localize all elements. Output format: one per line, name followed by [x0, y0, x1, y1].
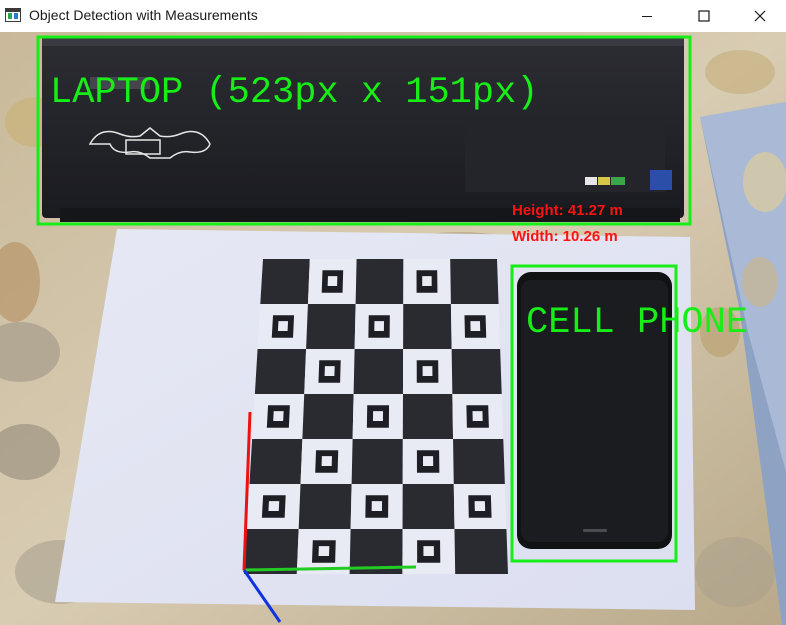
- checker-square: [355, 259, 404, 304]
- laptop-detection-label: LAPTOP (523px x 151px): [50, 72, 539, 114]
- width-measurement: Width: 10.26 m: [512, 228, 618, 245]
- aruco-marker-bit: [324, 366, 335, 376]
- checker-square: [454, 529, 508, 574]
- aruco-marker-bit: [277, 321, 289, 331]
- maximize-button[interactable]: [675, 0, 733, 32]
- checker-square: [451, 349, 502, 394]
- checker-square: [351, 439, 403, 484]
- aruco-marker-bit: [273, 411, 284, 421]
- aruco-marker-bit: [422, 366, 433, 376]
- aruco-marker-bit: [268, 501, 280, 511]
- camera-frame: LAPTOP (523px x 151px) CELL PHONE: [0, 32, 786, 625]
- aruco-marker-bit: [374, 321, 385, 331]
- aruco-marker-bit: [474, 501, 486, 511]
- checker-square: [254, 349, 307, 394]
- close-button[interactable]: [733, 0, 786, 32]
- checker-square: [402, 484, 455, 529]
- checker-square: [353, 349, 404, 394]
- aruco-marker-bit: [371, 501, 383, 511]
- checker-square: [402, 394, 454, 439]
- checker-square: [260, 259, 310, 304]
- height-measurement: Height: 41.27 m: [512, 202, 623, 219]
- cell-phone-detection-label: CELL PHONE: [526, 302, 749, 344]
- aruco-marker-bit: [422, 276, 432, 286]
- aruco-marker-bit: [372, 411, 384, 421]
- app-icon: [5, 8, 21, 22]
- checker-square: [302, 394, 354, 439]
- checker-square: [403, 304, 452, 349]
- aruco-board[interactable]: [244, 259, 508, 574]
- aruco-marker-bit: [422, 456, 434, 466]
- checker-square: [453, 439, 505, 484]
- maximize-icon: [698, 10, 710, 22]
- app-window: Object Detection with Measurements LAPTO…: [0, 0, 786, 625]
- checker-square: [450, 259, 499, 304]
- checker-square: [244, 529, 299, 574]
- aruco-marker-bit: [423, 546, 434, 556]
- aruco-marker-bit: [321, 456, 332, 466]
- close-icon: [754, 10, 765, 22]
- checker-square: [249, 439, 303, 484]
- window-title: Object Detection with Measurements: [29, 7, 258, 23]
- minimize-icon: [642, 16, 652, 17]
- laptop-image: [42, 38, 684, 222]
- minimize-button[interactable]: [618, 0, 676, 32]
- aruco-marker-bit: [327, 276, 338, 286]
- checker-square: [298, 484, 352, 529]
- title-bar[interactable]: Object Detection with Measurements: [0, 0, 786, 32]
- aruco-marker-bit: [472, 411, 483, 421]
- checker-square: [306, 304, 356, 349]
- aruco-marker-bit: [318, 546, 330, 556]
- aruco-marker-bit: [470, 321, 481, 331]
